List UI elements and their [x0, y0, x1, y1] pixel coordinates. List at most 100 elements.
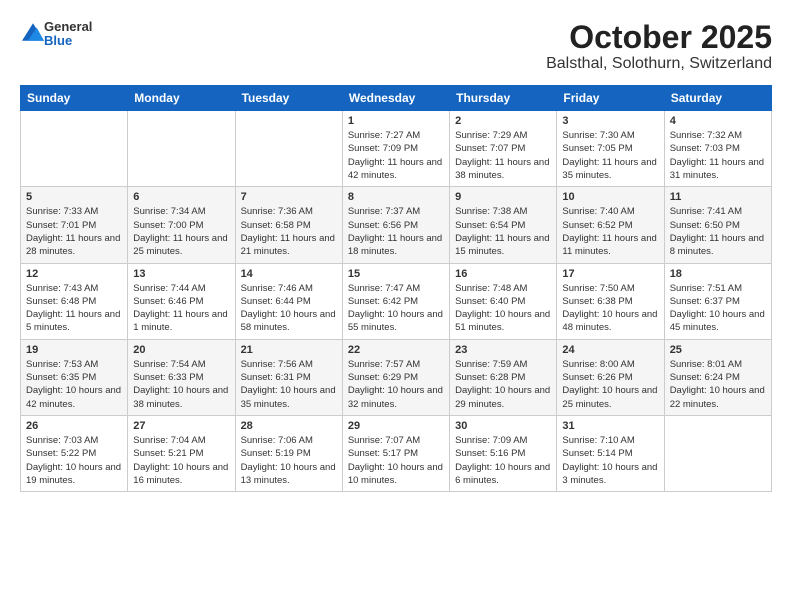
title-block: October 2025 Balsthal, Solothurn, Switze…: [546, 20, 772, 73]
col-thursday: Thursday: [450, 86, 557, 111]
day-info: Sunrise: 7:57 AMSunset: 6:29 PMDaylight:…: [348, 358, 444, 411]
logo-icon: [22, 23, 44, 41]
day-number: 18: [670, 268, 766, 280]
day-number: 22: [348, 344, 444, 356]
day-info: Sunrise: 7:40 AMSunset: 6:52 PMDaylight:…: [562, 205, 658, 258]
day-number: 19: [26, 344, 122, 356]
header: General Blue October 2025 Balsthal, Solo…: [20, 20, 772, 73]
page: General Blue October 2025 Balsthal, Solo…: [0, 0, 792, 502]
day-number: 20: [133, 344, 229, 356]
calendar-cell: [664, 415, 771, 491]
day-info: Sunrise: 7:06 AMSunset: 5:19 PMDaylight:…: [241, 434, 337, 487]
calendar-cell: 18 Sunrise: 7:51 AMSunset: 6:37 PMDayligh…: [664, 263, 771, 339]
day-info: Sunrise: 7:32 AMSunset: 7:03 PMDaylight:…: [670, 129, 766, 182]
day-number: 1: [348, 115, 444, 127]
day-number: 21: [241, 344, 337, 356]
day-info: Sunrise: 7:03 AMSunset: 5:22 PMDaylight:…: [26, 434, 122, 487]
calendar-week-5: 26Sunrise: 7:03 AMSunset: 5:22 PMDayligh…: [21, 415, 772, 491]
calendar-cell: 11 Sunrise: 7:41 AMSunset: 6:50 PMDayligh…: [664, 187, 771, 263]
calendar-cell: 10 Sunrise: 7:40 AMSunset: 6:52 PMDayligh…: [557, 187, 664, 263]
day-number: 31: [562, 420, 658, 432]
calendar-cell: [128, 111, 235, 187]
calendar-cell: 29Sunrise: 7:07 AMSunset: 5:17 PMDayligh…: [342, 415, 449, 491]
calendar-cell: 27 Sunrise: 7:04 AMSunset: 5:21 PMDayligh…: [128, 415, 235, 491]
day-number: 25: [670, 344, 766, 356]
calendar-cell: 1 Sunrise: 7:27 AMSunset: 7:09 PMDaylight…: [342, 111, 449, 187]
day-info: Sunrise: 7:46 AMSunset: 6:44 PMDaylight:…: [241, 282, 337, 335]
day-number: 24: [562, 344, 658, 356]
day-info: Sunrise: 7:37 AMSunset: 6:56 PMDaylight:…: [348, 205, 444, 258]
day-info: Sunrise: 7:41 AMSunset: 6:50 PMDaylight:…: [670, 205, 766, 258]
calendar-cell: 3 Sunrise: 7:30 AMSunset: 7:05 PMDaylight…: [557, 111, 664, 187]
calendar-cell: 21 Sunrise: 7:56 AMSunset: 6:31 PMDayligh…: [235, 339, 342, 415]
calendar-cell: 6 Sunrise: 7:34 AMSunset: 7:00 PMDaylight…: [128, 187, 235, 263]
calendar-cell: 24Sunrise: 8:00 AMSunset: 6:26 PMDayligh…: [557, 339, 664, 415]
calendar-week-2: 5 Sunrise: 7:33 AMSunset: 7:01 PMDaylight…: [21, 187, 772, 263]
day-number: 27: [133, 420, 229, 432]
col-tuesday: Tuesday: [235, 86, 342, 111]
day-info: Sunrise: 7:07 AMSunset: 5:17 PMDaylight:…: [348, 434, 444, 487]
day-info: Sunrise: 7:53 AMSunset: 6:35 PMDaylight:…: [26, 358, 122, 411]
calendar-cell: 8 Sunrise: 7:37 AMSunset: 6:56 PMDaylight…: [342, 187, 449, 263]
col-sunday: Sunday: [21, 86, 128, 111]
col-wednesday: Wednesday: [342, 86, 449, 111]
calendar-cell: 23Sunrise: 7:59 AMSunset: 6:28 PMDayligh…: [450, 339, 557, 415]
day-info: Sunrise: 7:27 AMSunset: 7:09 PMDaylight:…: [348, 129, 444, 182]
calendar-header-row: Sunday Monday Tuesday Wednesday Thursday…: [21, 86, 772, 111]
calendar-cell: [21, 111, 128, 187]
day-info: Sunrise: 7:54 AMSunset: 6:33 PMDaylight:…: [133, 358, 229, 411]
day-number: 28: [241, 420, 337, 432]
calendar-cell: 25 Sunrise: 8:01 AMSunset: 6:24 PMDayligh…: [664, 339, 771, 415]
logo: General Blue: [20, 20, 92, 49]
day-number: 6: [133, 191, 229, 203]
day-number: 14: [241, 268, 337, 280]
calendar-week-1: 1 Sunrise: 7:27 AMSunset: 7:09 PMDaylight…: [21, 111, 772, 187]
col-saturday: Saturday: [664, 86, 771, 111]
day-number: 4: [670, 115, 766, 127]
calendar-cell: 15Sunrise: 7:47 AMSunset: 6:42 PMDayligh…: [342, 263, 449, 339]
day-number: 10: [562, 191, 658, 203]
calendar-cell: 5 Sunrise: 7:33 AMSunset: 7:01 PMDaylight…: [21, 187, 128, 263]
day-number: 17: [562, 268, 658, 280]
calendar-cell: 17 Sunrise: 7:50 AMSunset: 6:38 PMDayligh…: [557, 263, 664, 339]
day-info: Sunrise: 7:44 AMSunset: 6:46 PMDaylight:…: [133, 282, 229, 335]
day-info: Sunrise: 7:59 AMSunset: 6:28 PMDaylight:…: [455, 358, 551, 411]
day-number: 8: [348, 191, 444, 203]
calendar-cell: 7Sunrise: 7:36 AMSunset: 6:58 PMDaylight…: [235, 187, 342, 263]
day-info: Sunrise: 7:48 AMSunset: 6:40 PMDaylight:…: [455, 282, 551, 335]
day-number: 16: [455, 268, 551, 280]
day-number: 7: [241, 191, 337, 203]
day-info: Sunrise: 7:04 AMSunset: 5:21 PMDaylight:…: [133, 434, 229, 487]
logo-general: General: [44, 19, 92, 34]
day-info: Sunrise: 7:34 AMSunset: 7:00 PMDaylight:…: [133, 205, 229, 258]
day-info: Sunrise: 7:10 AMSunset: 5:14 PMDaylight:…: [562, 434, 658, 487]
location: Balsthal, Solothurn, Switzerland: [546, 55, 772, 73]
day-info: Sunrise: 7:56 AMSunset: 6:31 PMDaylight:…: [241, 358, 337, 411]
day-number: 9: [455, 191, 551, 203]
calendar-week-3: 12Sunrise: 7:43 AMSunset: 6:48 PMDayligh…: [21, 263, 772, 339]
day-number: 2: [455, 115, 551, 127]
day-info: Sunrise: 7:50 AMSunset: 6:38 PMDaylight:…: [562, 282, 658, 335]
calendar-cell: 19 Sunrise: 7:53 AMSunset: 6:35 PMDayligh…: [21, 339, 128, 415]
calendar-cell: 26Sunrise: 7:03 AMSunset: 5:22 PMDayligh…: [21, 415, 128, 491]
day-info: Sunrise: 7:09 AMSunset: 5:16 PMDaylight:…: [455, 434, 551, 487]
calendar: Sunday Monday Tuesday Wednesday Thursday…: [20, 85, 772, 492]
calendar-cell: 12Sunrise: 7:43 AMSunset: 6:48 PMDayligh…: [21, 263, 128, 339]
calendar-cell: 22 Sunrise: 7:57 AMSunset: 6:29 PMDayligh…: [342, 339, 449, 415]
calendar-cell: 2 Sunrise: 7:29 AMSunset: 7:07 PMDaylight…: [450, 111, 557, 187]
day-info: Sunrise: 7:30 AMSunset: 7:05 PMDaylight:…: [562, 129, 658, 182]
day-info: Sunrise: 7:51 AMSunset: 6:37 PMDaylight:…: [670, 282, 766, 335]
calendar-cell: 4 Sunrise: 7:32 AMSunset: 7:03 PMDaylight…: [664, 111, 771, 187]
day-number: 11: [670, 191, 766, 203]
day-info: Sunrise: 7:29 AMSunset: 7:07 PMDaylight:…: [455, 129, 551, 182]
calendar-cell: 30Sunrise: 7:09 AMSunset: 5:16 PMDayligh…: [450, 415, 557, 491]
calendar-cell: 28 Sunrise: 7:06 AMSunset: 5:19 PMDayligh…: [235, 415, 342, 491]
day-number: 5: [26, 191, 122, 203]
day-number: 15: [348, 268, 444, 280]
day-info: Sunrise: 7:38 AMSunset: 6:54 PMDaylight:…: [455, 205, 551, 258]
day-info: Sunrise: 8:01 AMSunset: 6:24 PMDaylight:…: [670, 358, 766, 411]
day-info: Sunrise: 7:33 AMSunset: 7:01 PMDaylight:…: [26, 205, 122, 258]
day-info: Sunrise: 7:43 AMSunset: 6:48 PMDaylight:…: [26, 282, 122, 335]
day-number: 3: [562, 115, 658, 127]
calendar-cell: 31 Sunrise: 7:10 AMSunset: 5:14 PMDayligh…: [557, 415, 664, 491]
